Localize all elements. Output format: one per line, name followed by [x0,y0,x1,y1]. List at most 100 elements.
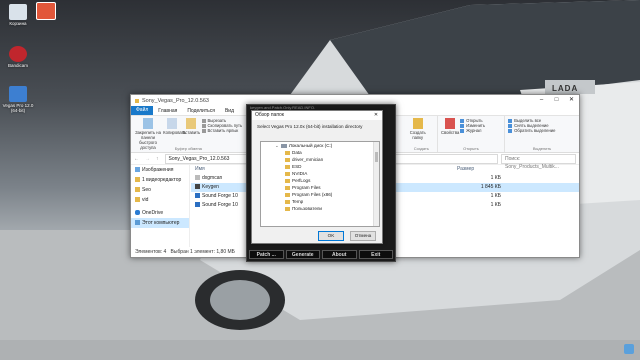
copy-button[interactable]: Копировать [163,118,186,135]
tab-share[interactable]: Поделиться [182,108,220,114]
tree-label: Локальный диск (C:) [288,143,333,148]
folder-icon [135,197,140,203]
file-name: dxgmcan [202,175,223,181]
nav-item-this-pc[interactable]: Этот компьютер [131,218,189,228]
nav-label: Изображения [142,167,174,173]
nav-item-vid[interactable]: vid [131,195,189,205]
invert-selection-label: Обратить выделение [514,128,556,133]
tree-item-drive-c[interactable]: ⌄ Локальный диск (C:) [261,142,379,149]
tree-scrollbar[interactable] [373,142,379,226]
paste-button[interactable]: Вставить [182,118,200,135]
ribbon-group-new: Создать папку Создать [406,116,438,152]
forward-arrow-icon[interactable]: → [142,156,153,162]
tree-label: Program Files (x86) [292,192,333,197]
nav-item-onedrive[interactable]: OneDrive [131,208,189,218]
tab-home[interactable]: Главная [153,108,182,114]
tree-item-esd[interactable]: ESD [261,163,379,170]
about-button[interactable]: About [322,250,357,259]
tab-view[interactable]: Вид [220,108,239,114]
nav-label: vid [142,197,149,203]
file-name: Keygen [202,184,219,190]
search-input[interactable]: Поиск: Sony_Products_Multik... [501,153,576,170]
folder-icon [285,171,290,176]
app-red-icon [36,2,56,20]
file-size: 1 КБ [490,202,501,208]
generate-button[interactable]: Generate [285,250,320,259]
tree-label: Program Files [292,185,321,190]
nav-label: 1 видеоредактор [142,177,182,183]
scrollbar-thumb[interactable] [375,152,378,162]
tree-item-users[interactable]: Пользователи [261,205,379,212]
cancel-button[interactable]: Отмена [350,231,376,241]
back-arrow-icon[interactable]: ← [131,156,142,162]
tree-label: ESD [292,164,302,169]
recycle-bin-icon [9,4,27,20]
chevron-down-icon: ⌄ [275,143,279,148]
paste-shortcut-button[interactable]: Вставить ярлык [201,128,243,133]
folder-icon [135,177,140,183]
desktop-icon-vegas[interactable]: Vegas Pro 12.0 (64-bit) [0,86,36,113]
new-folder-label: Создать папку [409,130,426,140]
copy-icon [167,118,178,129]
history-button[interactable]: Журнал [460,128,485,133]
properties-icon [444,118,455,129]
up-arrow-icon[interactable]: ↑ [153,156,162,162]
file-size: 1 845 КБ [480,184,501,190]
invert-selection-button[interactable]: Обратить выделение [508,128,576,133]
exit-button[interactable]: Exit [358,250,393,259]
nav-item-pictures[interactable]: Изображения [131,165,189,175]
close-button[interactable]: ✕ [564,95,579,106]
column-size[interactable]: Размер [445,165,517,174]
folder-icon [285,185,290,190]
tree-item-data[interactable]: Data [261,149,379,156]
maximize-button[interactable]: □ [549,95,564,106]
notification-icon[interactable] [624,344,634,354]
ribbon-group-open: Свойства Открыть Изменить Журнал Открыть [438,116,506,152]
folder-icon [135,187,140,193]
tree-label: Temp [292,199,304,204]
nav-label: Seo [142,187,151,193]
folder-icon [285,150,290,155]
pin-icon [143,118,153,129]
folder-icon [135,98,139,103]
sound-forge-icon [195,202,200,208]
minimize-button[interactable]: – [534,95,549,106]
tree-item-nvidia[interactable]: NVIDIA [261,170,379,177]
selection-info: Выбран 1 элемент: 1,80 МБ [170,249,235,255]
history-label: Журнал [466,128,482,133]
nav-item-video-editor[interactable]: 1 видеоредактор [131,175,189,185]
tree-item-temp[interactable]: Temp [261,198,379,205]
desktop-icon-bandicam[interactable]: Bandicam [0,46,36,68]
new-folder-button[interactable]: Создать папку [409,118,427,140]
ok-button[interactable]: OK [318,231,344,241]
paste-shortcut-label: Вставить ярлык [207,128,239,133]
tree-label: Data [292,150,302,155]
invert-selection-icon [508,128,513,133]
tree-item-program-files-x86[interactable]: Program Files (x86) [261,191,379,198]
properties-button[interactable]: Свойства [441,118,459,135]
tree-item-driver[interactable]: driver_mmician [261,156,379,163]
folder-tree: ⌄ Локальный диск (C:) Data driver_mmician… [260,141,380,227]
desktop-icon-app[interactable] [28,2,64,21]
explorer-title: Sony_Vegas_Pro_12.0.563 [142,97,209,104]
nav-item-seo[interactable]: Seo [131,185,189,195]
tree-item-perflogs[interactable]: PerfLogs [261,177,379,184]
navigation-pane: Изображения 1 видеоредактор Seo vid OneD… [131,165,190,247]
properties-label: Свойства [440,130,460,135]
folder-icon [285,206,290,211]
patch-button[interactable]: Patch ... [249,250,284,259]
file-name: Sound Forge 10 [202,202,238,208]
car-badge: LADA [552,84,579,93]
tree-item-program-files[interactable]: Program Files [261,184,379,191]
close-icon[interactable]: ✕ [370,111,382,120]
tab-file[interactable]: Файл [131,106,154,115]
folder-icon [285,192,290,197]
drive-icon [280,143,287,148]
dialog-title: Обзор папок [255,112,284,118]
file-size: 1 КБ [490,175,501,181]
desktop-icon-label: Корзина [9,21,27,26]
item-count: Элементов: 4 [135,249,167,255]
group-label: Буфер обмена [174,146,202,151]
folder-icon [285,199,290,204]
desktop-icon-label: Bandicam [7,63,28,68]
